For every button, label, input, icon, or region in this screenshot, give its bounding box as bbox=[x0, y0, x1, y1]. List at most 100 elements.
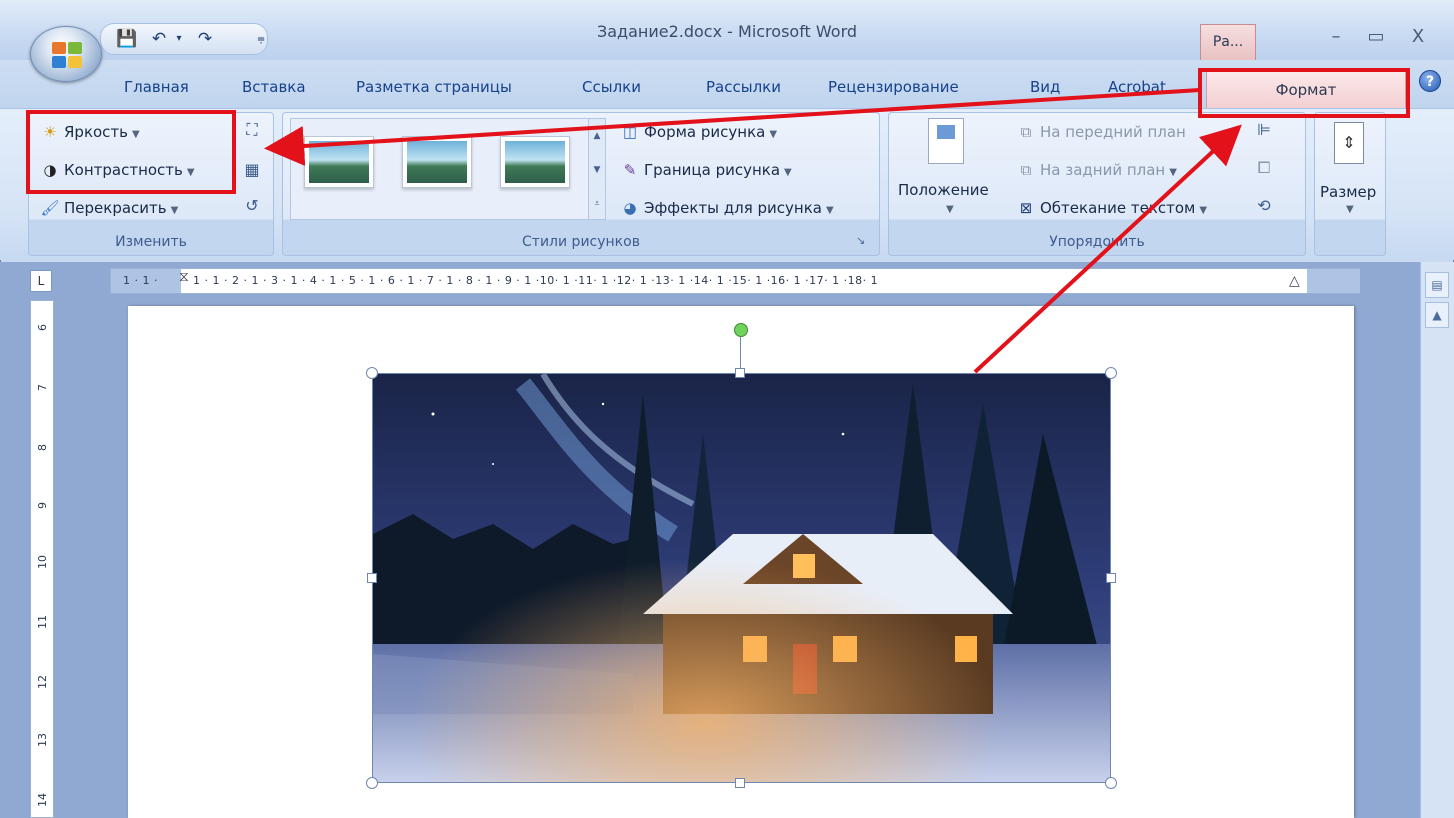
maximize-button[interactable]: ▭ bbox=[1356, 22, 1396, 52]
size-icon[interactable]: ⇕ bbox=[1334, 122, 1364, 164]
effects-icon: ◕ bbox=[623, 199, 637, 217]
save-icon[interactable]: 💾 bbox=[115, 28, 139, 50]
style-thumbnail bbox=[505, 141, 565, 183]
position-picture-glyph bbox=[937, 125, 955, 139]
picture-tools-context-tab[interactable]: Ра... bbox=[1200, 24, 1256, 60]
text-wrap-button[interactable]: ⊠ Обтекание текстом ▼ bbox=[1016, 194, 1207, 222]
vruler-mark: 13 bbox=[36, 733, 49, 747]
dropdown-arrow-icon: ▼ bbox=[1169, 167, 1177, 178]
annotation-box-format-tab bbox=[1198, 68, 1410, 118]
close-button[interactable]: X bbox=[1398, 22, 1438, 52]
annotation-box-brightness-contrast bbox=[26, 110, 236, 194]
picture-border-button[interactable]: ✎ Граница рисунка ▼ bbox=[620, 156, 792, 184]
position-button[interactable]: Положение bbox=[898, 176, 989, 204]
recolor-label: Перекрасить bbox=[64, 199, 167, 217]
office-logo-icon bbox=[52, 42, 82, 68]
style-thumbnail bbox=[309, 141, 369, 183]
picture-shape-button[interactable]: ◫ Форма рисунка ▼ bbox=[620, 118, 777, 146]
ruler-toggle-icon[interactable]: ▤ bbox=[1425, 272, 1449, 298]
minimize-button[interactable]: – bbox=[1316, 22, 1356, 52]
size-dropdown-icon[interactable]: ▼ bbox=[1346, 204, 1354, 215]
style-thumbnail bbox=[407, 141, 467, 183]
tab-insert[interactable]: Вставка bbox=[242, 74, 306, 100]
dropdown-arrow-icon: ▼ bbox=[1199, 205, 1208, 216]
cabin-scene-image bbox=[373, 374, 1110, 782]
dialog-launcher-icon[interactable]: ↘ bbox=[856, 234, 865, 247]
picture-effects-label: Эффекты для рисунка bbox=[644, 199, 822, 217]
vruler-mark: 7 bbox=[36, 384, 49, 391]
vertical-ruler[interactable]: 6 7 8 9 10 11 12 13 14 bbox=[30, 300, 54, 818]
gallery-scroll: ▲ ▼ ⩡ bbox=[588, 118, 606, 220]
group-objects-icon[interactable]: ⧠ bbox=[1252, 156, 1276, 180]
bring-to-front-button[interactable]: ⧉ На передний план bbox=[1016, 118, 1186, 146]
vertical-scrollbar[interactable]: ▤ ▲ bbox=[1420, 262, 1454, 818]
picture-style-2[interactable] bbox=[402, 136, 472, 188]
gallery-down-icon[interactable]: ▼ bbox=[589, 153, 605, 187]
wrap-icon: ⊠ bbox=[1019, 199, 1033, 217]
dropdown-arrow-icon: ▼ bbox=[769, 129, 778, 140]
gallery-more-icon[interactable]: ⩡ bbox=[589, 187, 605, 221]
resize-handle-bottom[interactable] bbox=[735, 778, 745, 788]
scroll-up-icon[interactable]: ▲ bbox=[1425, 302, 1449, 328]
help-icon[interactable]: ? bbox=[1419, 70, 1441, 92]
rotation-handle[interactable] bbox=[734, 323, 748, 337]
tab-home[interactable]: Главная bbox=[124, 74, 189, 100]
office-button[interactable] bbox=[30, 26, 102, 82]
vruler-mark: 8 bbox=[36, 444, 49, 451]
vruler-mark: 14 bbox=[36, 793, 49, 807]
resize-handle-bottom-left[interactable] bbox=[366, 777, 378, 789]
tab-references[interactable]: Ссылки bbox=[582, 74, 641, 100]
picture-style-3[interactable] bbox=[500, 136, 570, 188]
tab-mailings[interactable]: Рассылки bbox=[706, 74, 781, 100]
picture-effects-button[interactable]: ◕ Эффекты для рисунка ▼ bbox=[620, 194, 834, 222]
resize-handle-top-right[interactable] bbox=[1105, 367, 1117, 379]
pencil-icon: ✎ bbox=[623, 161, 637, 179]
bring-front-label: На передний план bbox=[1040, 123, 1186, 141]
ruler-right-margin bbox=[1307, 269, 1360, 293]
tab-selector[interactable]: L bbox=[30, 270, 52, 292]
tab-page-layout[interactable]: Разметка страницы bbox=[356, 74, 512, 100]
picture-border-label: Граница рисунка bbox=[644, 161, 781, 179]
send-back-icon: ⧉ bbox=[1020, 161, 1032, 179]
gallery-up-icon[interactable]: ▲ bbox=[589, 119, 605, 153]
tab-review[interactable]: Рецензирование bbox=[828, 74, 959, 100]
tab-acrobat[interactable]: Acrobat bbox=[1108, 74, 1166, 100]
cabin-picture[interactable] bbox=[372, 373, 1111, 783]
dropdown-arrow-icon: ▼ bbox=[825, 205, 834, 216]
align-icon[interactable]: ⊫ bbox=[1252, 118, 1276, 142]
vruler-mark: 9 bbox=[36, 502, 49, 509]
right-indent-icon[interactable]: △ bbox=[1289, 273, 1300, 289]
customize-qat-icon[interactable]: ⩦ bbox=[249, 28, 273, 50]
resize-handle-top-left[interactable] bbox=[366, 367, 378, 379]
recolor-button[interactable]: 🖌 Перекрасить ▼ bbox=[40, 194, 178, 222]
tab-view[interactable]: Вид bbox=[1030, 74, 1060, 100]
resize-handle-left[interactable] bbox=[367, 573, 377, 583]
change-picture-icon[interactable]: ▦ bbox=[240, 158, 264, 182]
vruler-mark: 11 bbox=[36, 615, 49, 629]
ruler-marks: 1 · 1 · 2 · 1 · 3 · 1 · 4 · 1 · 5 · 1 · … bbox=[193, 274, 879, 287]
compress-pictures-icon[interactable]: ⛶ bbox=[240, 118, 264, 142]
picture-style-1[interactable] bbox=[304, 136, 374, 188]
redo-icon[interactable]: ↷ bbox=[193, 28, 217, 50]
ruler-left-marks: 1 · 1 · bbox=[123, 274, 158, 287]
undo-dropdown-icon[interactable]: ▾ bbox=[167, 28, 191, 50]
resize-handle-top[interactable] bbox=[735, 368, 745, 378]
send-back-label: На задний план bbox=[1040, 161, 1166, 179]
resize-handle-bottom-right[interactable] bbox=[1105, 777, 1117, 789]
shape-icon: ◫ bbox=[622, 123, 638, 141]
recolor-icon: 🖌 bbox=[40, 199, 60, 217]
size-button[interactable]: Размер bbox=[1320, 178, 1376, 206]
group-adjust-label: Изменить bbox=[115, 234, 187, 250]
horizontal-ruler[interactable]: 1 · 1 · 1 · 1 · 2 · 1 · 3 · 1 · 4 · 1 · … bbox=[110, 268, 1360, 294]
reset-picture-icon[interactable]: ↺ bbox=[240, 194, 264, 218]
quick-access-toolbar: 💾 ↶ ▾ ↷ ⩦ bbox=[100, 23, 268, 55]
position-dropdown-icon[interactable]: ▼ bbox=[946, 204, 954, 215]
position-icon[interactable] bbox=[928, 118, 964, 164]
text-wrap-label: Обтекание текстом bbox=[1040, 199, 1196, 217]
dropdown-arrow-icon: ▼ bbox=[784, 167, 792, 178]
rotate-icon[interactable]: ⟲ bbox=[1252, 194, 1276, 218]
send-to-back-button[interactable]: ⧉ На задний план ▼ bbox=[1016, 156, 1177, 184]
first-line-indent-icon[interactable]: ⧖ bbox=[179, 269, 189, 285]
picture-shape-label: Форма рисунка bbox=[644, 123, 766, 141]
resize-handle-right[interactable] bbox=[1106, 573, 1116, 583]
